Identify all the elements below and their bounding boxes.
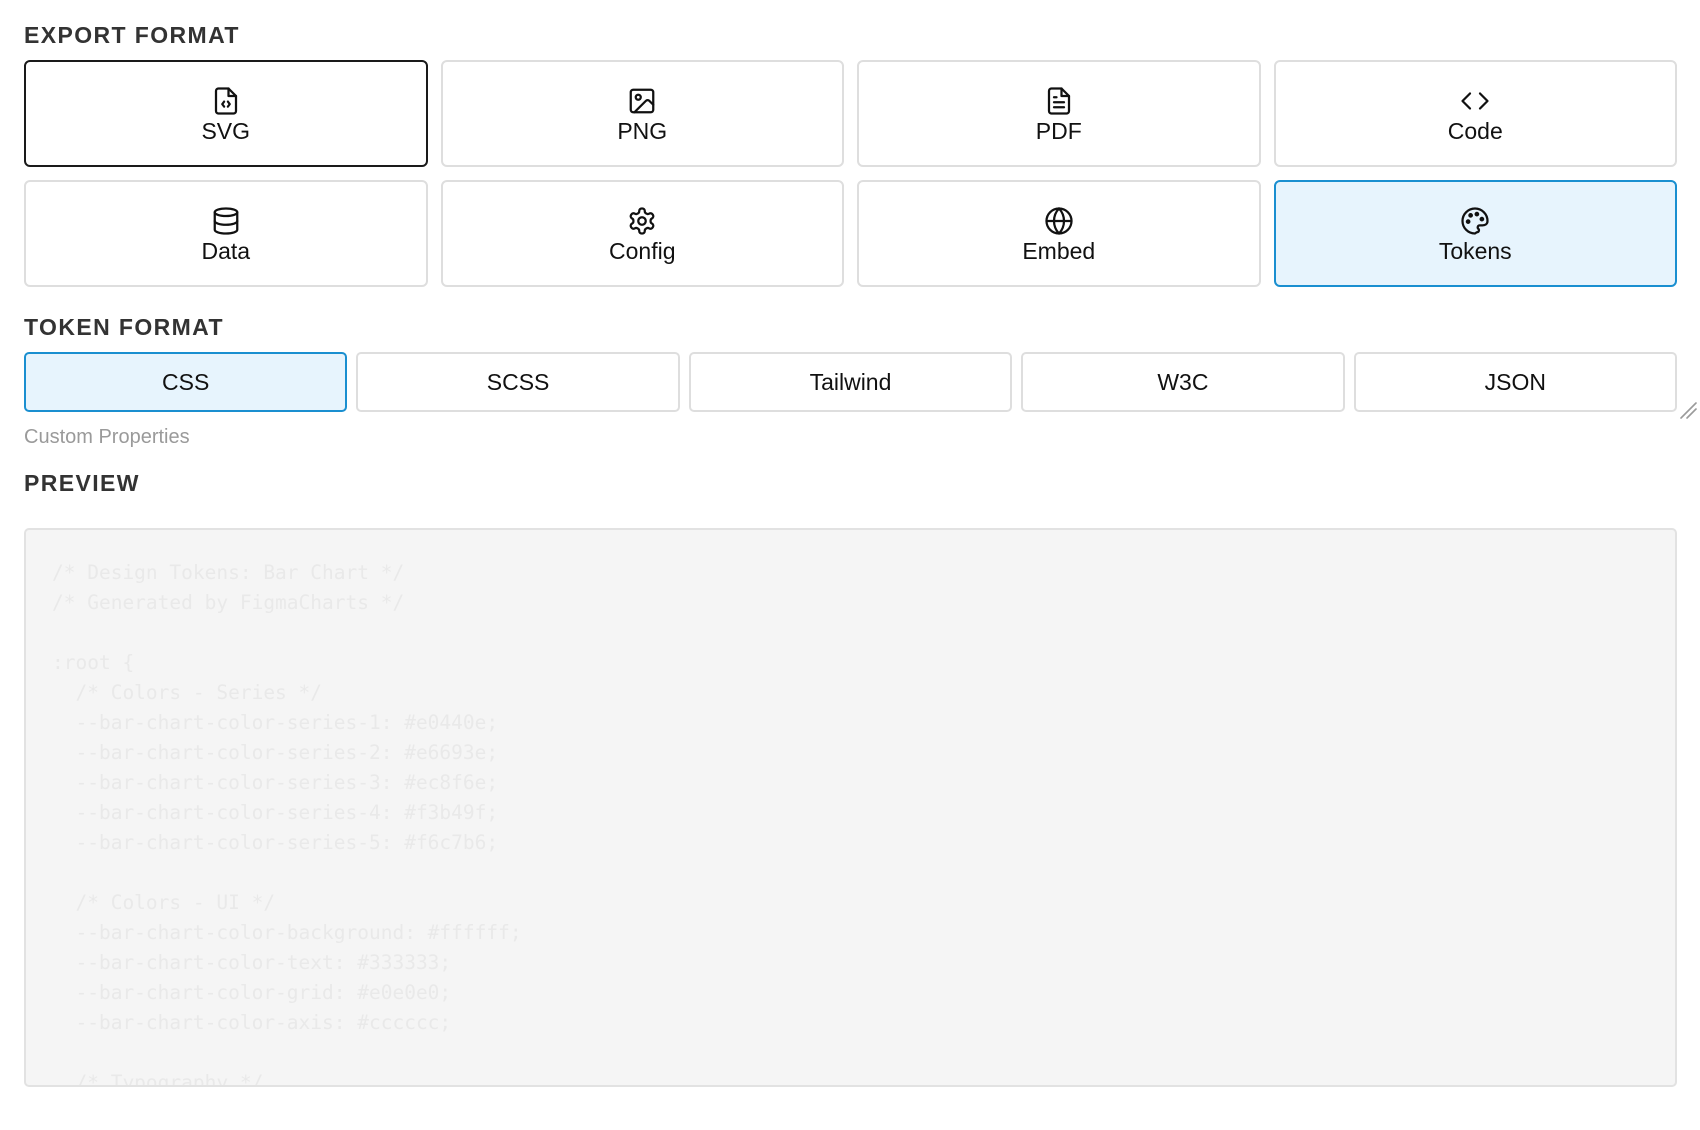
format-option-pdf[interactable]: PDF xyxy=(857,60,1261,167)
format-option-embed[interactable]: Embed xyxy=(857,180,1261,287)
preview-panel[interactable]: /* Design Tokens: Bar Chart */ /* Genera… xyxy=(24,528,1677,1087)
token-option-tailwind[interactable]: Tailwind xyxy=(688,352,1013,412)
format-option-config[interactable]: Config xyxy=(440,180,844,287)
format-option-svg[interactable]: SVG xyxy=(24,60,428,167)
format-option-label: SVG xyxy=(201,118,251,144)
preview-code: /* Design Tokens: Bar Chart */ /* Genera… xyxy=(52,561,522,1087)
token-format-description: Custom Properties xyxy=(24,426,190,448)
format-option-code[interactable]: Code xyxy=(1273,60,1677,167)
token-format-title: TOKEN FORMAT xyxy=(24,314,224,340)
format-option-data[interactable]: Data xyxy=(24,180,428,287)
token-option-scss[interactable]: SCSS xyxy=(356,352,680,412)
preview-title: PREVIEW xyxy=(24,470,140,496)
file-code-icon xyxy=(211,86,241,116)
token-format-options: CSS SCSS Tailwind W3C JSON xyxy=(24,352,1677,412)
token-option-json[interactable]: JSON xyxy=(1353,352,1677,412)
format-option-label: Embed xyxy=(1022,238,1096,264)
gear-icon xyxy=(627,206,657,236)
format-option-label: PDF xyxy=(1035,118,1082,144)
export-format-grid: SVG PNG PDF Code Data Config Embed Token… xyxy=(24,60,1677,287)
database-icon xyxy=(211,206,241,236)
palette-icon xyxy=(1460,206,1490,236)
code-icon xyxy=(1460,86,1490,116)
format-option-label: Data xyxy=(201,238,251,264)
image-icon xyxy=(627,86,657,116)
format-option-label: PNG xyxy=(617,118,668,144)
format-option-label: Tokens xyxy=(1438,238,1512,264)
token-option-css[interactable]: CSS xyxy=(24,352,348,412)
resize-handle-icon[interactable] xyxy=(1678,400,1698,420)
export-format-title: EXPORT FORMAT xyxy=(24,22,240,48)
globe-icon xyxy=(1044,206,1074,236)
format-option-label: Config xyxy=(609,238,676,264)
format-option-label: Code xyxy=(1447,118,1503,144)
format-option-tokens[interactable]: Tokens xyxy=(1273,180,1677,287)
format-option-png[interactable]: PNG xyxy=(440,60,844,167)
token-option-w3c[interactable]: W3C xyxy=(1021,352,1345,412)
file-text-icon xyxy=(1044,86,1074,116)
